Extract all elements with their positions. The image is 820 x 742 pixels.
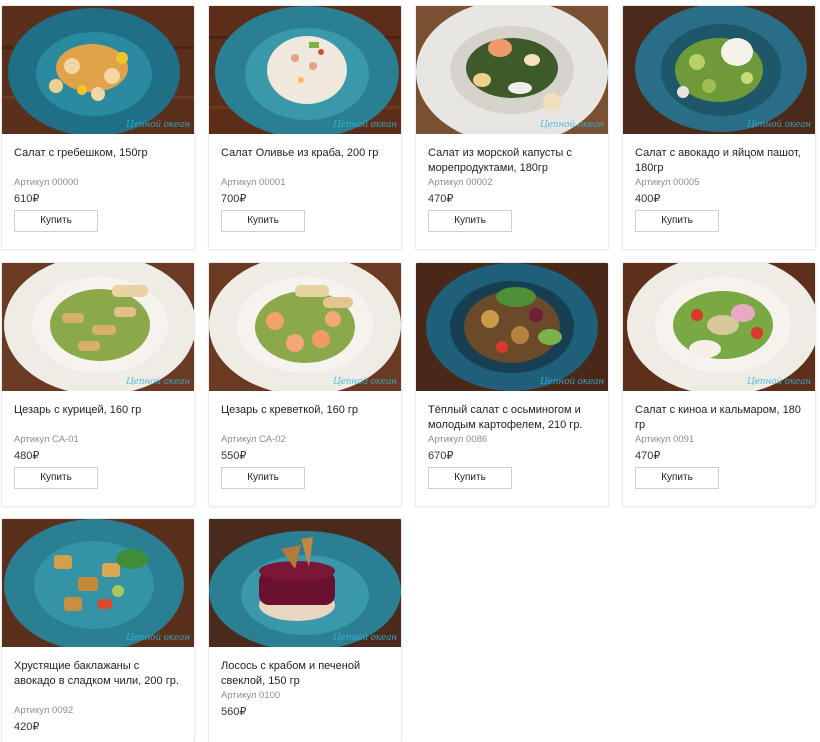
product-card: Цепной океан Хрустящие баклажаны с авока… bbox=[2, 519, 194, 742]
product-price: 610₽ bbox=[14, 193, 40, 205]
product-sku: Артикул СА-02 bbox=[221, 434, 286, 445]
watermark-logo: Цепной океан bbox=[333, 633, 397, 643]
product-sku: Артикул 0100 bbox=[221, 690, 281, 701]
watermark-logo: Цепной океан bbox=[747, 377, 811, 387]
product-card: Цепной океан Салат из морской капусты с … bbox=[416, 6, 608, 249]
product-card: Цепной океан Салат Оливье из краба, 200 … bbox=[209, 6, 401, 249]
product-title[interactable]: Салат из морской капусты с морепродуктам… bbox=[428, 146, 596, 176]
watermark-logo: Цепной океан bbox=[333, 377, 397, 387]
product-price: 400₽ bbox=[635, 193, 661, 205]
product-sku: Артикул 00000 bbox=[14, 177, 79, 188]
product-sku: Артикул 0092 bbox=[14, 705, 74, 716]
product-card: Цепной океан Салат с гребешком, 150гр Ар… bbox=[2, 6, 194, 249]
watermark-logo: Цепной океан bbox=[126, 633, 190, 643]
product-title[interactable]: Салат Оливье из краба, 200 гр bbox=[221, 146, 389, 176]
product-title[interactable]: Салат с гребешком, 150гр bbox=[14, 146, 182, 176]
watermark-logo: Цепной океан bbox=[747, 120, 811, 130]
buy-button[interactable]: Купить bbox=[428, 210, 512, 232]
product-sku: Артикул 0091 bbox=[635, 434, 695, 445]
product-sku: Артикул 00001 bbox=[221, 177, 286, 188]
product-card: Цепной океан Салат с авокадо и яйцом паш… bbox=[623, 6, 815, 249]
caesar-chicken-photo[interactable]: Цепной океан bbox=[2, 263, 194, 391]
buy-button[interactable]: Купить bbox=[221, 467, 305, 489]
product-card: Цепной океан Цезарь с курицей, 160 гр Ар… bbox=[2, 263, 194, 506]
product-title[interactable]: Цезарь с креветкой, 160 гр bbox=[221, 403, 389, 433]
watermark-logo: Цепной океан bbox=[126, 377, 190, 387]
buy-button[interactable]: Купить bbox=[14, 210, 98, 232]
buy-button[interactable]: Купить bbox=[14, 467, 98, 489]
watermark-logo: Цепной океан bbox=[126, 120, 190, 130]
buy-button[interactable]: Купить bbox=[428, 467, 512, 489]
product-sku: Артикул 0086 bbox=[428, 434, 488, 445]
product-card: Цепной океан Салат с киноа и кальмаром, … bbox=[623, 263, 815, 506]
product-price: 420₽ bbox=[14, 721, 40, 733]
seaweed-seafood-salad-photo[interactable]: Цепной океан bbox=[416, 6, 608, 134]
olivier-crab-salad-photo[interactable]: Цепной океан bbox=[209, 6, 401, 134]
quinoa-squid-salad-photo[interactable]: Цепной океан bbox=[623, 263, 815, 391]
product-title[interactable]: Салат с авокадо и яйцом пашот, 180гр bbox=[635, 146, 803, 176]
watermark-logo: Цепной океан bbox=[540, 120, 604, 130]
product-sku: Артикул 00005 bbox=[635, 177, 700, 188]
product-grid: Цепной океан Салат с гребешком, 150гр Ар… bbox=[0, 0, 820, 742]
watermark-logo: Цепной океан bbox=[333, 120, 397, 130]
product-sku: Артикул СА-01 bbox=[14, 434, 79, 445]
product-price: 480₽ bbox=[14, 450, 40, 462]
product-price: 470₽ bbox=[428, 193, 454, 205]
product-title[interactable]: Тёплый салат с осьминогом и молодым карт… bbox=[428, 403, 596, 433]
product-card: Цепной океан Лосось с крабом и печеной с… bbox=[209, 519, 401, 742]
product-title[interactable]: Лосось с крабом и печеной свеклой, 150 г… bbox=[221, 659, 389, 689]
product-card: Цепной океан Цезарь с креветкой, 160 гр … bbox=[209, 263, 401, 506]
product-title[interactable]: Салат с киноа и кальмаром, 180 гр bbox=[635, 403, 803, 433]
avocado-poached-egg-salad-photo[interactable]: Цепной океан bbox=[623, 6, 815, 134]
product-title[interactable]: Хрустящие баклажаны с авокадо в сладком … bbox=[14, 659, 182, 704]
product-price: 470₽ bbox=[635, 450, 661, 462]
product-price: 700₽ bbox=[221, 193, 247, 205]
salmon-crab-beet-photo[interactable]: Цепной океан bbox=[209, 519, 401, 647]
product-price: 550₽ bbox=[221, 450, 247, 462]
crispy-eggplant-salad-photo[interactable]: Цепной океан bbox=[2, 519, 194, 647]
caesar-shrimp-photo[interactable]: Цепной океан bbox=[209, 263, 401, 391]
watermark-logo: Цепной океан bbox=[540, 377, 604, 387]
octopus-potato-salad-photo[interactable]: Цепной океан bbox=[416, 263, 608, 391]
product-title[interactable]: Цезарь с курицей, 160 гр bbox=[14, 403, 182, 433]
buy-button[interactable]: Купить bbox=[635, 210, 719, 232]
product-price: 560₽ bbox=[221, 706, 247, 718]
product-price: 670₽ bbox=[428, 450, 454, 462]
product-card: Цепной океан Тёплый салат с осьминогом и… bbox=[416, 263, 608, 506]
buy-button[interactable]: Купить bbox=[221, 210, 305, 232]
product-sku: Артикул 00002 bbox=[428, 177, 493, 188]
scallop-salad-photo[interactable]: Цепной океан bbox=[2, 6, 194, 134]
buy-button[interactable]: Купить bbox=[635, 467, 719, 489]
